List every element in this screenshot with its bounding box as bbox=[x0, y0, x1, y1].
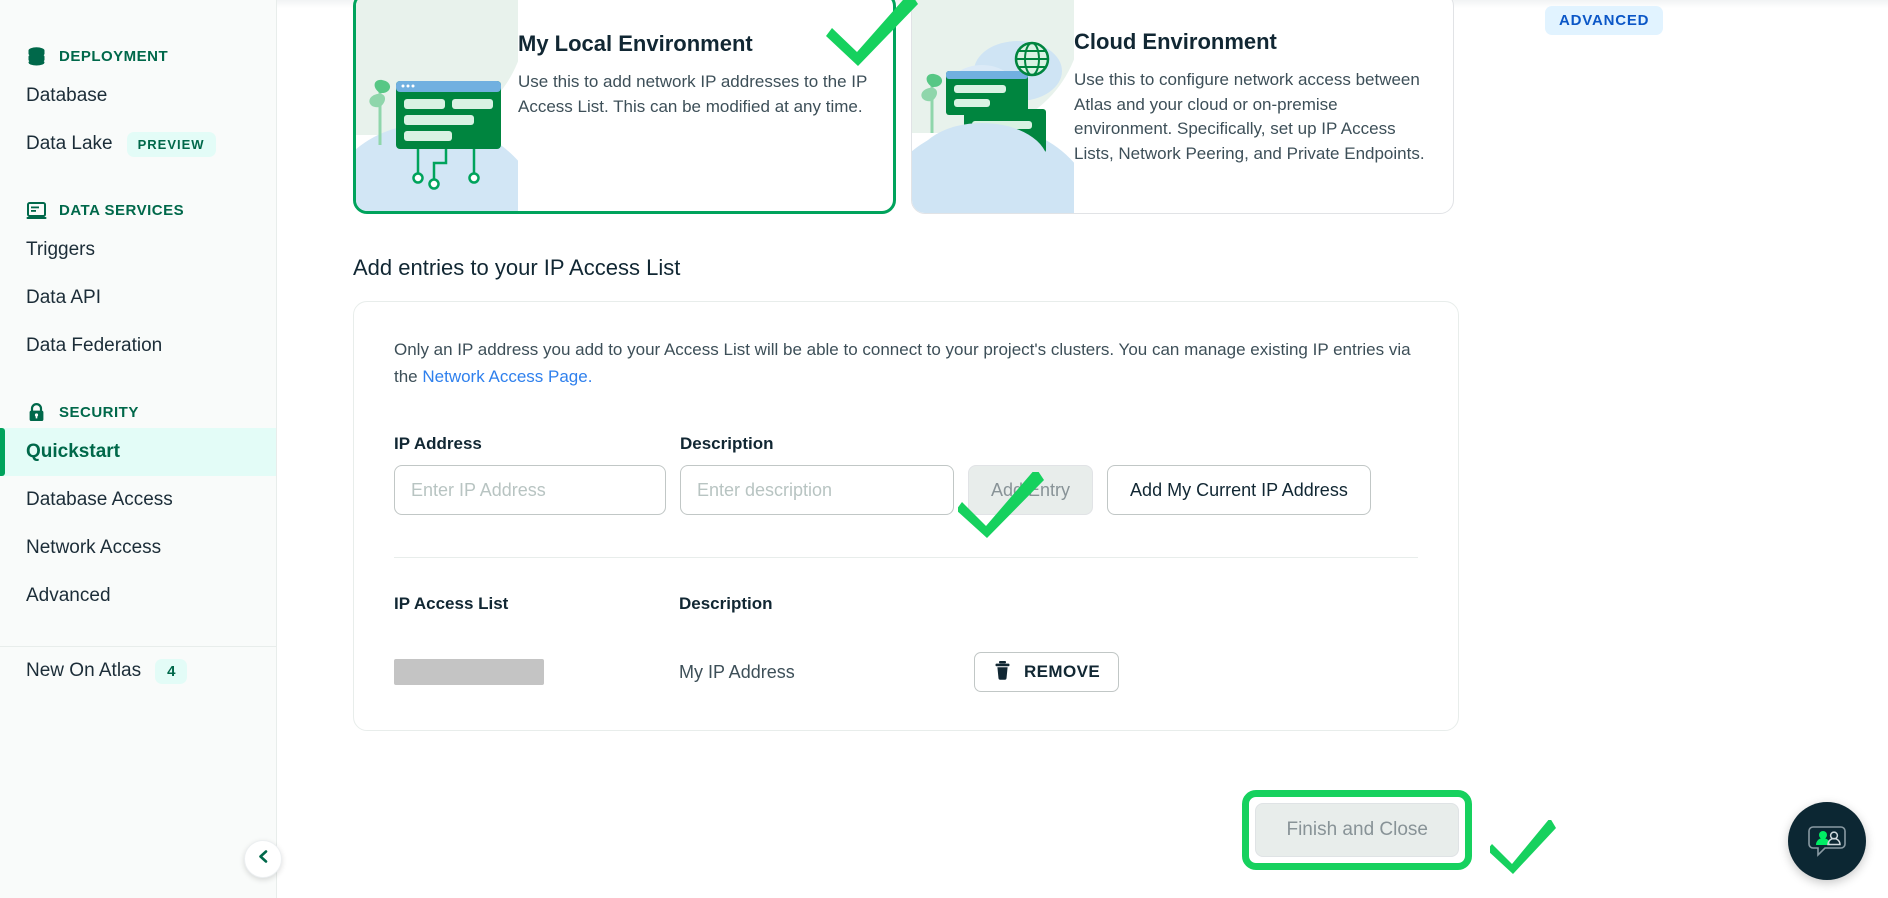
new-on-atlas-count-badge: 4 bbox=[155, 658, 188, 684]
sidebar-group-data-services: DATA SERVICES bbox=[0, 194, 276, 226]
sidebar-item-label: Network Access bbox=[26, 537, 162, 558]
remove-button-label: REMOVE bbox=[1024, 662, 1101, 682]
table-row: My IP Address REMOVE bbox=[394, 652, 1418, 693]
sidebar-item-label: Data Lake bbox=[26, 133, 113, 154]
cloud-environment-body: Cloud Environment Use this to configure … bbox=[1074, 0, 1453, 213]
sidebar-item-advanced[interactable]: Advanced bbox=[0, 572, 276, 620]
sidebar: DEPLOYMENT Database Data Lake PREVIEW DA… bbox=[0, 0, 282, 898]
sidebar-item-database[interactable]: Database bbox=[0, 72, 276, 120]
database-icon bbox=[26, 46, 47, 67]
add-entry-form: IP Address Description Add Entry Add My … bbox=[394, 434, 1418, 516]
sidebar-item-label: Database bbox=[26, 85, 108, 106]
finish-and-close-wrapper: Finish and Close bbox=[1242, 790, 1472, 871]
main-content: ADVANCED My Local Environment Use this t… bbox=[277, 0, 1888, 898]
panel-note: Only an IP address you add to your Acces… bbox=[394, 336, 1418, 390]
page-title: Add entries to your IP Access List bbox=[353, 255, 681, 280]
ip-address-input[interactable] bbox=[394, 465, 666, 516]
card-description: Use this to configure network access bet… bbox=[1074, 70, 1425, 163]
ip-access-list-panel: Only an IP address you add to your Acces… bbox=[353, 301, 1459, 732]
finish-and-close-button[interactable]: Finish and Close bbox=[1255, 803, 1459, 858]
sidebar-item-label: Data Federation bbox=[26, 335, 163, 356]
cloud-server-icon bbox=[916, 41, 1062, 203]
remove-entry-button[interactable]: REMOVE bbox=[974, 652, 1120, 693]
ip-address-label: IP Address bbox=[394, 434, 482, 454]
sidebar-item-data-federation[interactable]: Data Federation bbox=[0, 322, 276, 370]
cloud-environment-illustration bbox=[912, 0, 1074, 213]
sidebar-group-label: DEPLOYMENT bbox=[59, 47, 169, 65]
footer-actions: Finish and Close bbox=[353, 790, 1472, 871]
sidebar-item-label: Data API bbox=[26, 287, 101, 308]
chevron-left-icon bbox=[255, 848, 272, 870]
description-input[interactable] bbox=[680, 465, 954, 516]
preview-badge: PREVIEW bbox=[126, 131, 216, 157]
column-header-description: Description bbox=[679, 594, 773, 614]
sidebar-collapse-button[interactable] bbox=[244, 840, 282, 878]
description-label: Description bbox=[680, 434, 774, 454]
sidebar-item-data-api[interactable]: Data API bbox=[0, 274, 276, 322]
redacted-ip-value bbox=[394, 659, 544, 686]
column-header-ip: IP Access List bbox=[394, 594, 509, 614]
atlas-quickstart-page: DEPLOYMENT Database Data Lake PREVIEW DA… bbox=[0, 0, 1888, 898]
sidebar-item-label: Database Access bbox=[26, 489, 173, 510]
sidebar-group-label: DATA SERVICES bbox=[59, 201, 185, 219]
sidebar-item-database-access[interactable]: Database Access bbox=[0, 476, 276, 524]
sidebar-group-label: SECURITY bbox=[59, 403, 139, 421]
advanced-badge: ADVANCED bbox=[1545, 6, 1664, 35]
card-cloud-environment[interactable]: Cloud Environment Use this to configure … bbox=[911, 0, 1454, 214]
local-environment-body: My Local Environment Use this to add net… bbox=[518, 0, 893, 211]
sidebar-group-security: SECURITY bbox=[0, 396, 276, 428]
sidebar-item-label: New On Atlas bbox=[26, 660, 142, 681]
server-plant-icon bbox=[369, 79, 501, 190]
description-field-group: Description bbox=[680, 434, 954, 516]
sidebar-item-label: Quickstart bbox=[26, 441, 120, 462]
card-title: My Local Environment bbox=[518, 31, 753, 56]
sidebar-item-label: Triggers bbox=[26, 239, 95, 260]
add-my-current-ip-button[interactable]: Add My Current IP Address bbox=[1107, 465, 1371, 516]
sidebar-item-triggers[interactable]: Triggers bbox=[0, 226, 276, 274]
chat-support-button[interactable] bbox=[1788, 802, 1866, 880]
sidebar-item-network-access[interactable]: Network Access bbox=[0, 524, 276, 572]
window-icon bbox=[26, 200, 47, 221]
local-environment-illustration bbox=[356, 0, 518, 211]
lock-icon bbox=[26, 402, 47, 423]
card-title: Cloud Environment bbox=[1074, 29, 1277, 54]
network-access-page-link[interactable]: Network Access Page. bbox=[422, 367, 592, 386]
sidebar-group-deployment: DEPLOYMENT bbox=[0, 40, 276, 72]
chat-people-icon bbox=[1805, 817, 1849, 866]
sidebar-item-new-on-atlas[interactable]: New On Atlas 4 bbox=[0, 647, 276, 695]
sidebar-item-data-lake[interactable]: Data Lake PREVIEW bbox=[0, 120, 276, 168]
cell-ip-address bbox=[394, 659, 679, 686]
card-my-local-environment[interactable]: My Local Environment Use this to add net… bbox=[353, 0, 896, 214]
access-list-table-header: IP Access List Description bbox=[394, 594, 1418, 614]
add-entry-button[interactable]: Add Entry bbox=[968, 465, 1094, 516]
cell-description: My IP Address bbox=[679, 661, 795, 682]
card-description: Use this to add network IP addresses to … bbox=[518, 72, 868, 116]
sidebar-item-quickstart[interactable]: Quickstart bbox=[0, 428, 276, 476]
sidebar-item-label: Advanced bbox=[26, 585, 111, 606]
ip-address-field-group: IP Address bbox=[394, 434, 666, 516]
trash-icon bbox=[993, 660, 1012, 685]
panel-divider bbox=[394, 557, 1418, 559]
